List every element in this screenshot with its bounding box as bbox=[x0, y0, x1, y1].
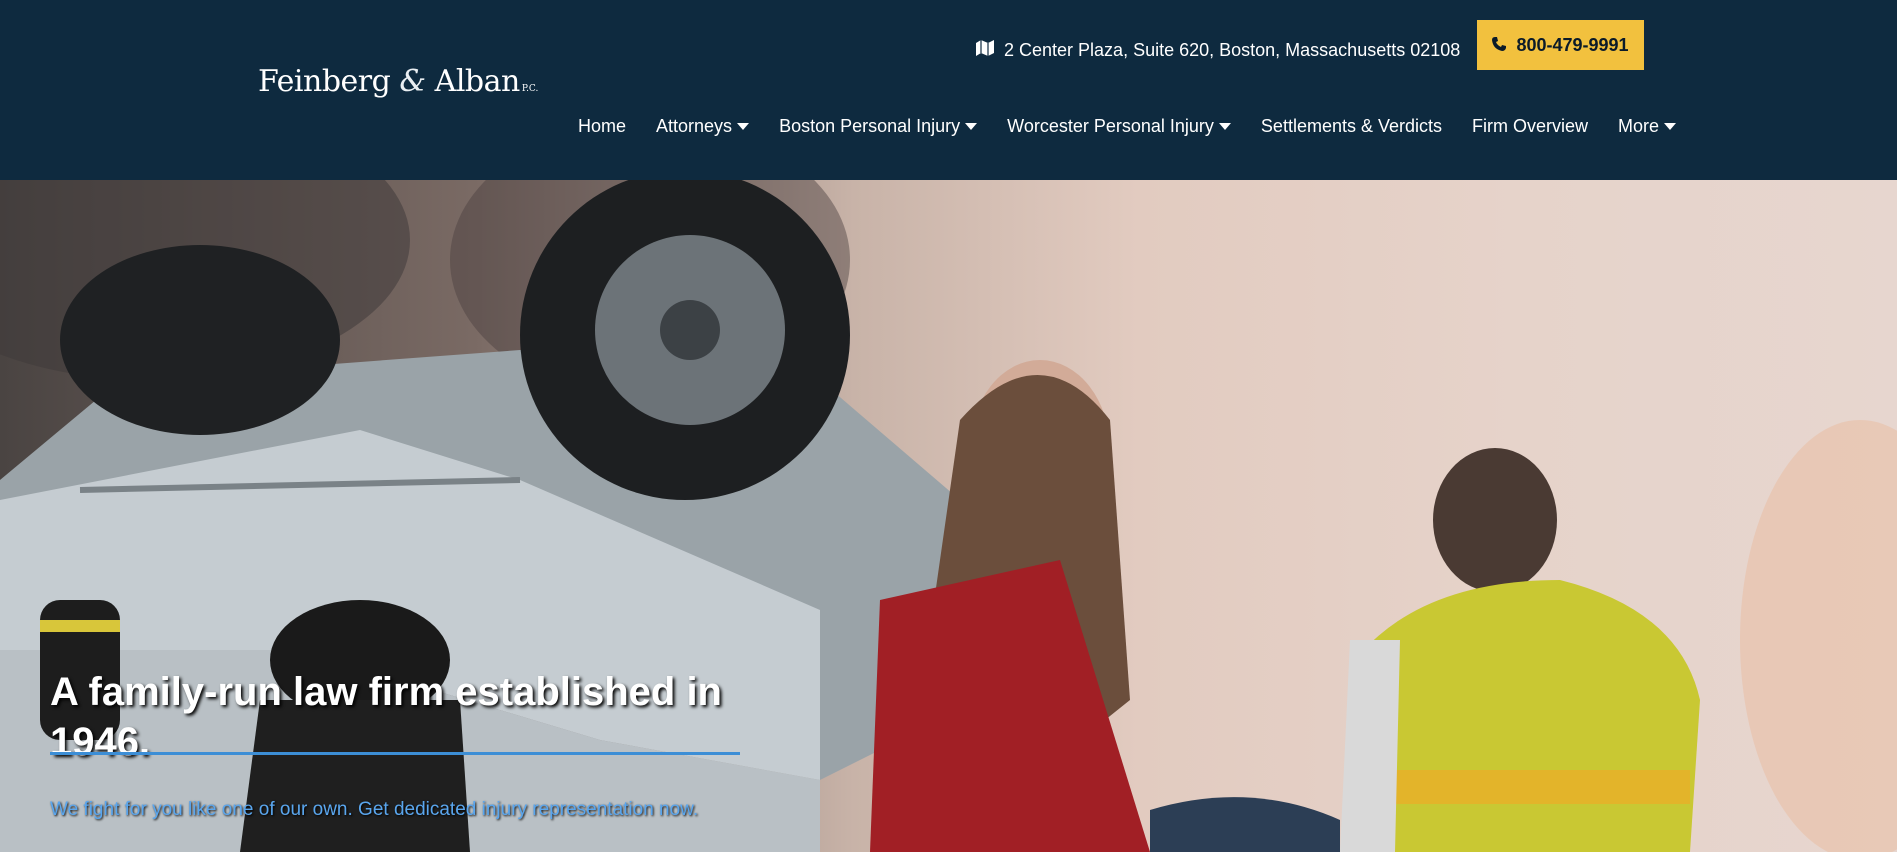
nav-item-more[interactable]: More bbox=[1618, 116, 1677, 137]
nav-item-home[interactable]: Home bbox=[578, 116, 626, 137]
hero-tagline: We fight for you like one of our own. Ge… bbox=[50, 799, 699, 820]
hero-divider bbox=[50, 752, 740, 755]
nav-label: Firm Overview bbox=[1472, 116, 1589, 136]
caret-down-icon bbox=[1664, 123, 1677, 130]
nav-item-worcester-personal-injury[interactable]: Worcester Personal Injury bbox=[1007, 116, 1231, 137]
nav-label: Settlements & Verdicts bbox=[1260, 116, 1443, 136]
site-header: Feinberg & Alban P.C. 2 Center Plaza, Sui… bbox=[0, 0, 1897, 180]
logo-name-part2: Alban bbox=[434, 64, 521, 99]
nav-item-attorneys[interactable]: Attorneys bbox=[656, 116, 750, 137]
caret-down-icon bbox=[1218, 123, 1231, 130]
caret-down-icon bbox=[737, 123, 750, 130]
phone-icon bbox=[1492, 35, 1507, 56]
logo-suffix: P.C. bbox=[521, 84, 539, 94]
nav-item-settlements-verdicts[interactable]: Settlements & Verdicts bbox=[1261, 116, 1442, 137]
nav-label: Attorneys bbox=[656, 116, 733, 136]
nav-item-firm-overview[interactable]: Firm Overview bbox=[1472, 116, 1588, 137]
hero-banner: A family-run law firm established in 194… bbox=[0, 180, 1897, 852]
office-address[interactable]: 2 Center Plaza, Suite 620, Boston, Massa… bbox=[976, 40, 1460, 61]
nav-label: Home bbox=[578, 116, 627, 136]
nav-label: Worcester Personal Injury bbox=[1007, 116, 1214, 136]
firm-logo[interactable]: Feinberg & Alban P.C. bbox=[258, 64, 538, 99]
logo-name-part1: Feinberg bbox=[258, 64, 391, 99]
logo-ampersand: & bbox=[399, 64, 426, 99]
nav-label: Boston Personal Injury bbox=[779, 116, 961, 136]
address-text: 2 Center Plaza, Suite 620, Boston, Massa… bbox=[1004, 40, 1461, 60]
phone-number: 800-479-9991 bbox=[1516, 34, 1629, 55]
phone-call-button[interactable]: 800-479-9991 bbox=[1477, 20, 1644, 70]
nav-label: More bbox=[1618, 116, 1660, 136]
main-nav: Home Attorneys Boston Personal Injury Wo… bbox=[578, 116, 1677, 137]
caret-down-icon bbox=[965, 123, 978, 130]
nav-item-boston-personal-injury[interactable]: Boston Personal Injury bbox=[779, 116, 978, 137]
map-icon bbox=[976, 40, 994, 61]
